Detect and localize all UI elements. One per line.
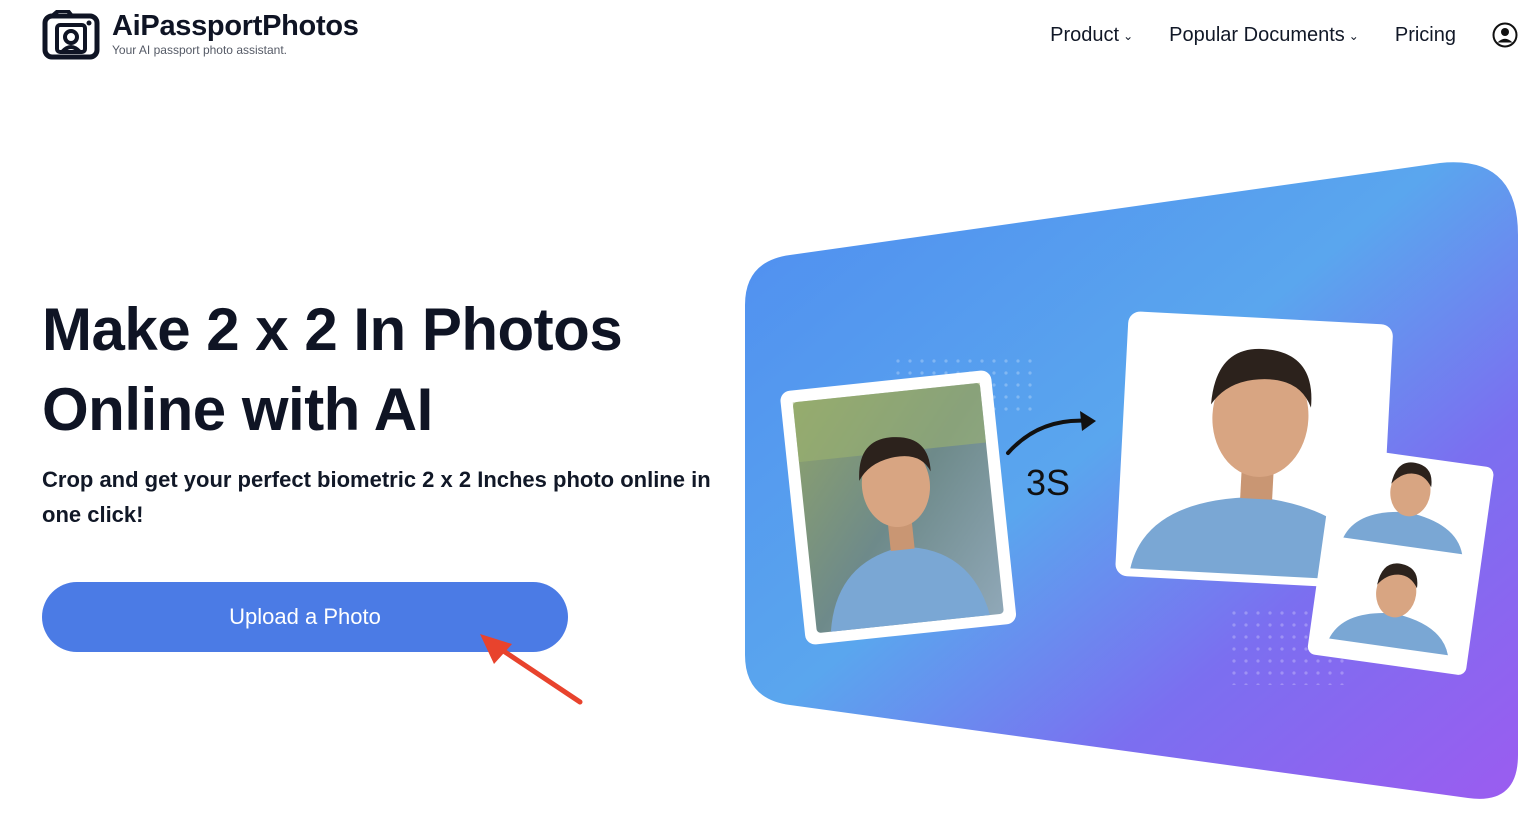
- hero-title-line1: Make 2 x 2 In Photos: [42, 296, 623, 363]
- timer-label: 3S: [1026, 462, 1070, 503]
- brand-tagline: Your AI passport photo assistant.: [112, 43, 288, 57]
- camera-logo-icon: [42, 10, 100, 60]
- landing-page: AiPassportPhotos Your AI passport photo …: [0, 0, 1536, 833]
- hero-title-line2: Online with AI: [42, 376, 433, 443]
- nav-popular-documents[interactable]: Popular Documents ⌄: [1169, 24, 1359, 47]
- top-nav: Product ⌄ Popular Documents ⌄ Pricing: [1014, 22, 1518, 48]
- print-sheet: [1307, 446, 1494, 675]
- brand-name: AiPassportPhotos: [112, 10, 359, 42]
- brand-logo[interactable]: AiPassportPhotos Your AI passport photo …: [42, 10, 359, 60]
- hero-illustration: 3S: [745, 162, 1518, 799]
- nav-product-label: Product: [1050, 23, 1120, 46]
- chevron-down-icon: ⌄: [1123, 29, 1134, 43]
- nav-product[interactable]: Product ⌄: [1050, 24, 1133, 47]
- nav-pricing[interactable]: Pricing: [1395, 24, 1456, 47]
- annotation-arrow-icon: [480, 634, 583, 705]
- chevron-down-icon: ⌄: [1348, 29, 1359, 43]
- hero-subtitle: Crop and get your perfect biometric 2 x …: [42, 467, 711, 527]
- nav-popular-documents-label: Popular Documents: [1169, 23, 1345, 46]
- nav-pricing-label: Pricing: [1394, 23, 1456, 46]
- user-circle-icon[interactable]: [1492, 22, 1518, 48]
- hero-title: Make 2 x 2 In Photos Online with AI: [42, 290, 682, 450]
- original-photo: [780, 370, 1017, 645]
